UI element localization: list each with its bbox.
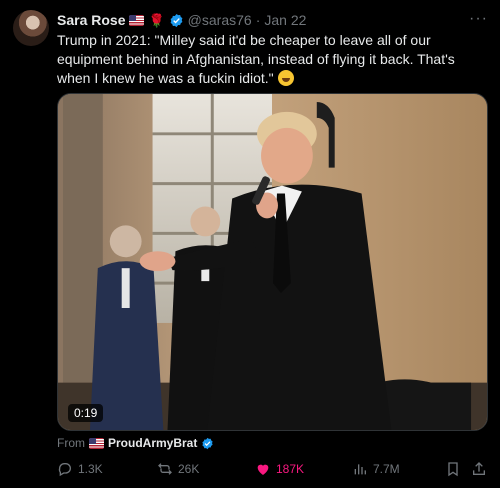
like-button[interactable]: 187K: [255, 461, 304, 477]
post-card[interactable]: Sara Rose 🌹 @saras76 · Jan 22 ··· Trump …: [0, 0, 500, 488]
rose-icon: 🌹: [148, 12, 165, 28]
views-chart-icon: [354, 464, 366, 475]
video-duration: 0:19: [68, 404, 104, 422]
bookmark-button[interactable]: [445, 461, 461, 477]
face-with-tears-of-joy-icon: [277, 70, 294, 86]
bookmark-icon: [448, 462, 458, 477]
post-header: Sara Rose 🌹 @saras76 · Jan 22: [57, 11, 306, 29]
verified-badge-icon: [170, 13, 183, 27]
video-player[interactable]: 0:19: [57, 93, 488, 431]
more-options-button[interactable]: ···: [469, 10, 488, 28]
reply-count: 1.3K: [78, 462, 103, 476]
us-flag-icon: [129, 14, 145, 26]
view-count: 7.7M: [373, 462, 400, 476]
from-label: From: [57, 436, 85, 450]
author-name[interactable]: Sara Rose: [57, 12, 125, 28]
separator-dot: ·: [255, 12, 261, 28]
share-button[interactable]: [471, 461, 487, 477]
author-avatar[interactable]: [13, 10, 49, 46]
video-thumbnail: [58, 94, 487, 430]
source-attribution: From ProudArmyBrat: [57, 436, 214, 450]
reply-button[interactable]: 1.3K: [57, 461, 103, 477]
repost-icon: [158, 463, 172, 475]
post-date[interactable]: Jan 22: [264, 12, 306, 28]
source-account-link[interactable]: ProudArmyBrat: [108, 436, 197, 450]
action-bar: 1.3K 26K 187K 7.7M: [57, 461, 488, 479]
post-text-body: Trump in 2021: "Milley said it'd be chea…: [57, 32, 455, 86]
like-count: 187K: [276, 462, 305, 476]
repost-count: 26K: [178, 462, 200, 476]
repost-button[interactable]: 26K: [157, 461, 199, 477]
reply-icon: [58, 463, 71, 477]
post-text: Trump in 2021: "Milley said it'd be chea…: [57, 31, 487, 88]
share-icon: [473, 462, 485, 475]
heart-icon: [257, 464, 269, 475]
author-handle[interactable]: @saras76: [188, 12, 252, 28]
us-flag-icon: [89, 437, 104, 449]
verified-badge-icon: [202, 437, 213, 449]
views-button[interactable]: 7.7M: [352, 461, 400, 477]
